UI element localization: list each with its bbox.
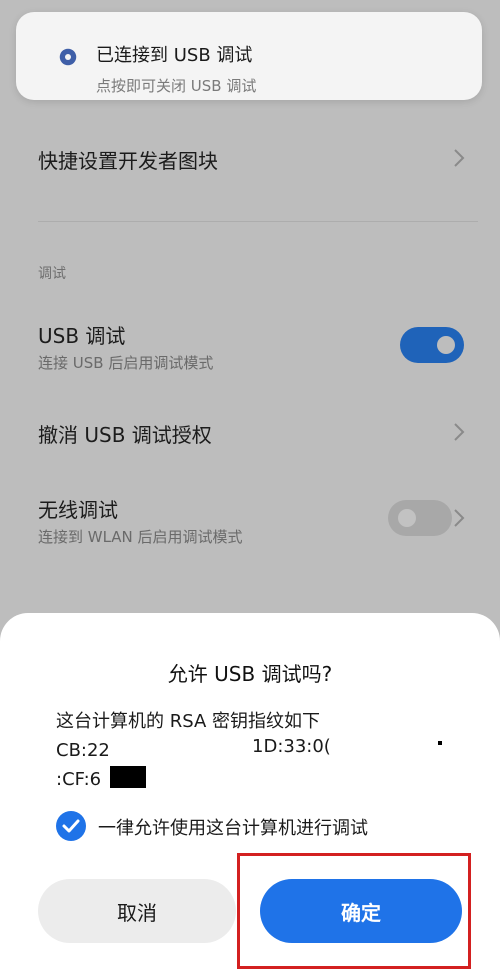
chevron-right-icon bbox=[454, 149, 465, 167]
quick-settings-tiles-item[interactable]: 快捷设置开发者图块 bbox=[38, 145, 218, 174]
usb-debugging-title: USB 调试 bbox=[38, 324, 126, 348]
always-allow-checkbox[interactable] bbox=[56, 811, 86, 841]
redaction-block bbox=[110, 766, 146, 788]
fingerprint-fragment: 1D:33:0( bbox=[252, 736, 331, 757]
notification-title: 已连接到 USB 调试 bbox=[96, 45, 253, 66]
always-allow-label[interactable]: 一律允许使用这台计算机进行调试 bbox=[98, 814, 368, 840]
section-label-debugging: 调试 bbox=[38, 266, 66, 282]
notification-subtitle: 点按即可关闭 USB 调试 bbox=[96, 77, 257, 95]
divider bbox=[38, 221, 478, 222]
wireless-debugging-title: 无线调试 bbox=[38, 498, 118, 522]
toggle-knob bbox=[437, 336, 455, 354]
fingerprint-line: 这台计算机的 RSA 密钥指纹如下 bbox=[56, 711, 321, 732]
toggle-knob bbox=[398, 509, 416, 527]
cancel-button[interactable]: 取消 bbox=[38, 879, 236, 943]
revoke-usb-authorizations-item[interactable]: 撤消 USB 调试授权 bbox=[38, 419, 212, 448]
chevron-right-icon bbox=[454, 423, 465, 441]
dialog-title: 允许 USB 调试吗? bbox=[167, 662, 333, 686]
usb-debugging-toggle[interactable] bbox=[400, 327, 464, 363]
usb-debugging-subtitle: 连接 USB 后启用调试模式 bbox=[38, 354, 214, 372]
gear-icon bbox=[59, 48, 77, 66]
checkmark-icon bbox=[62, 819, 80, 833]
wireless-debugging-subtitle: 连接到 WLAN 后启用调试模式 bbox=[38, 528, 243, 546]
chevron-right-icon bbox=[454, 509, 465, 527]
usb-debug-notification[interactable]: 已连接到 USB 调试 点按即可关闭 USB 调试 bbox=[16, 12, 482, 100]
developer-options-screen: 已连接到 USB 调试 点按即可关闭 USB 调试 快捷设置开发者图块 调试 U… bbox=[0, 0, 500, 975]
redaction-dot bbox=[438, 741, 442, 745]
highlight-box bbox=[237, 853, 471, 969]
fingerprint-line: :CF:6 bbox=[56, 769, 102, 790]
wireless-debugging-toggle[interactable] bbox=[388, 500, 452, 536]
